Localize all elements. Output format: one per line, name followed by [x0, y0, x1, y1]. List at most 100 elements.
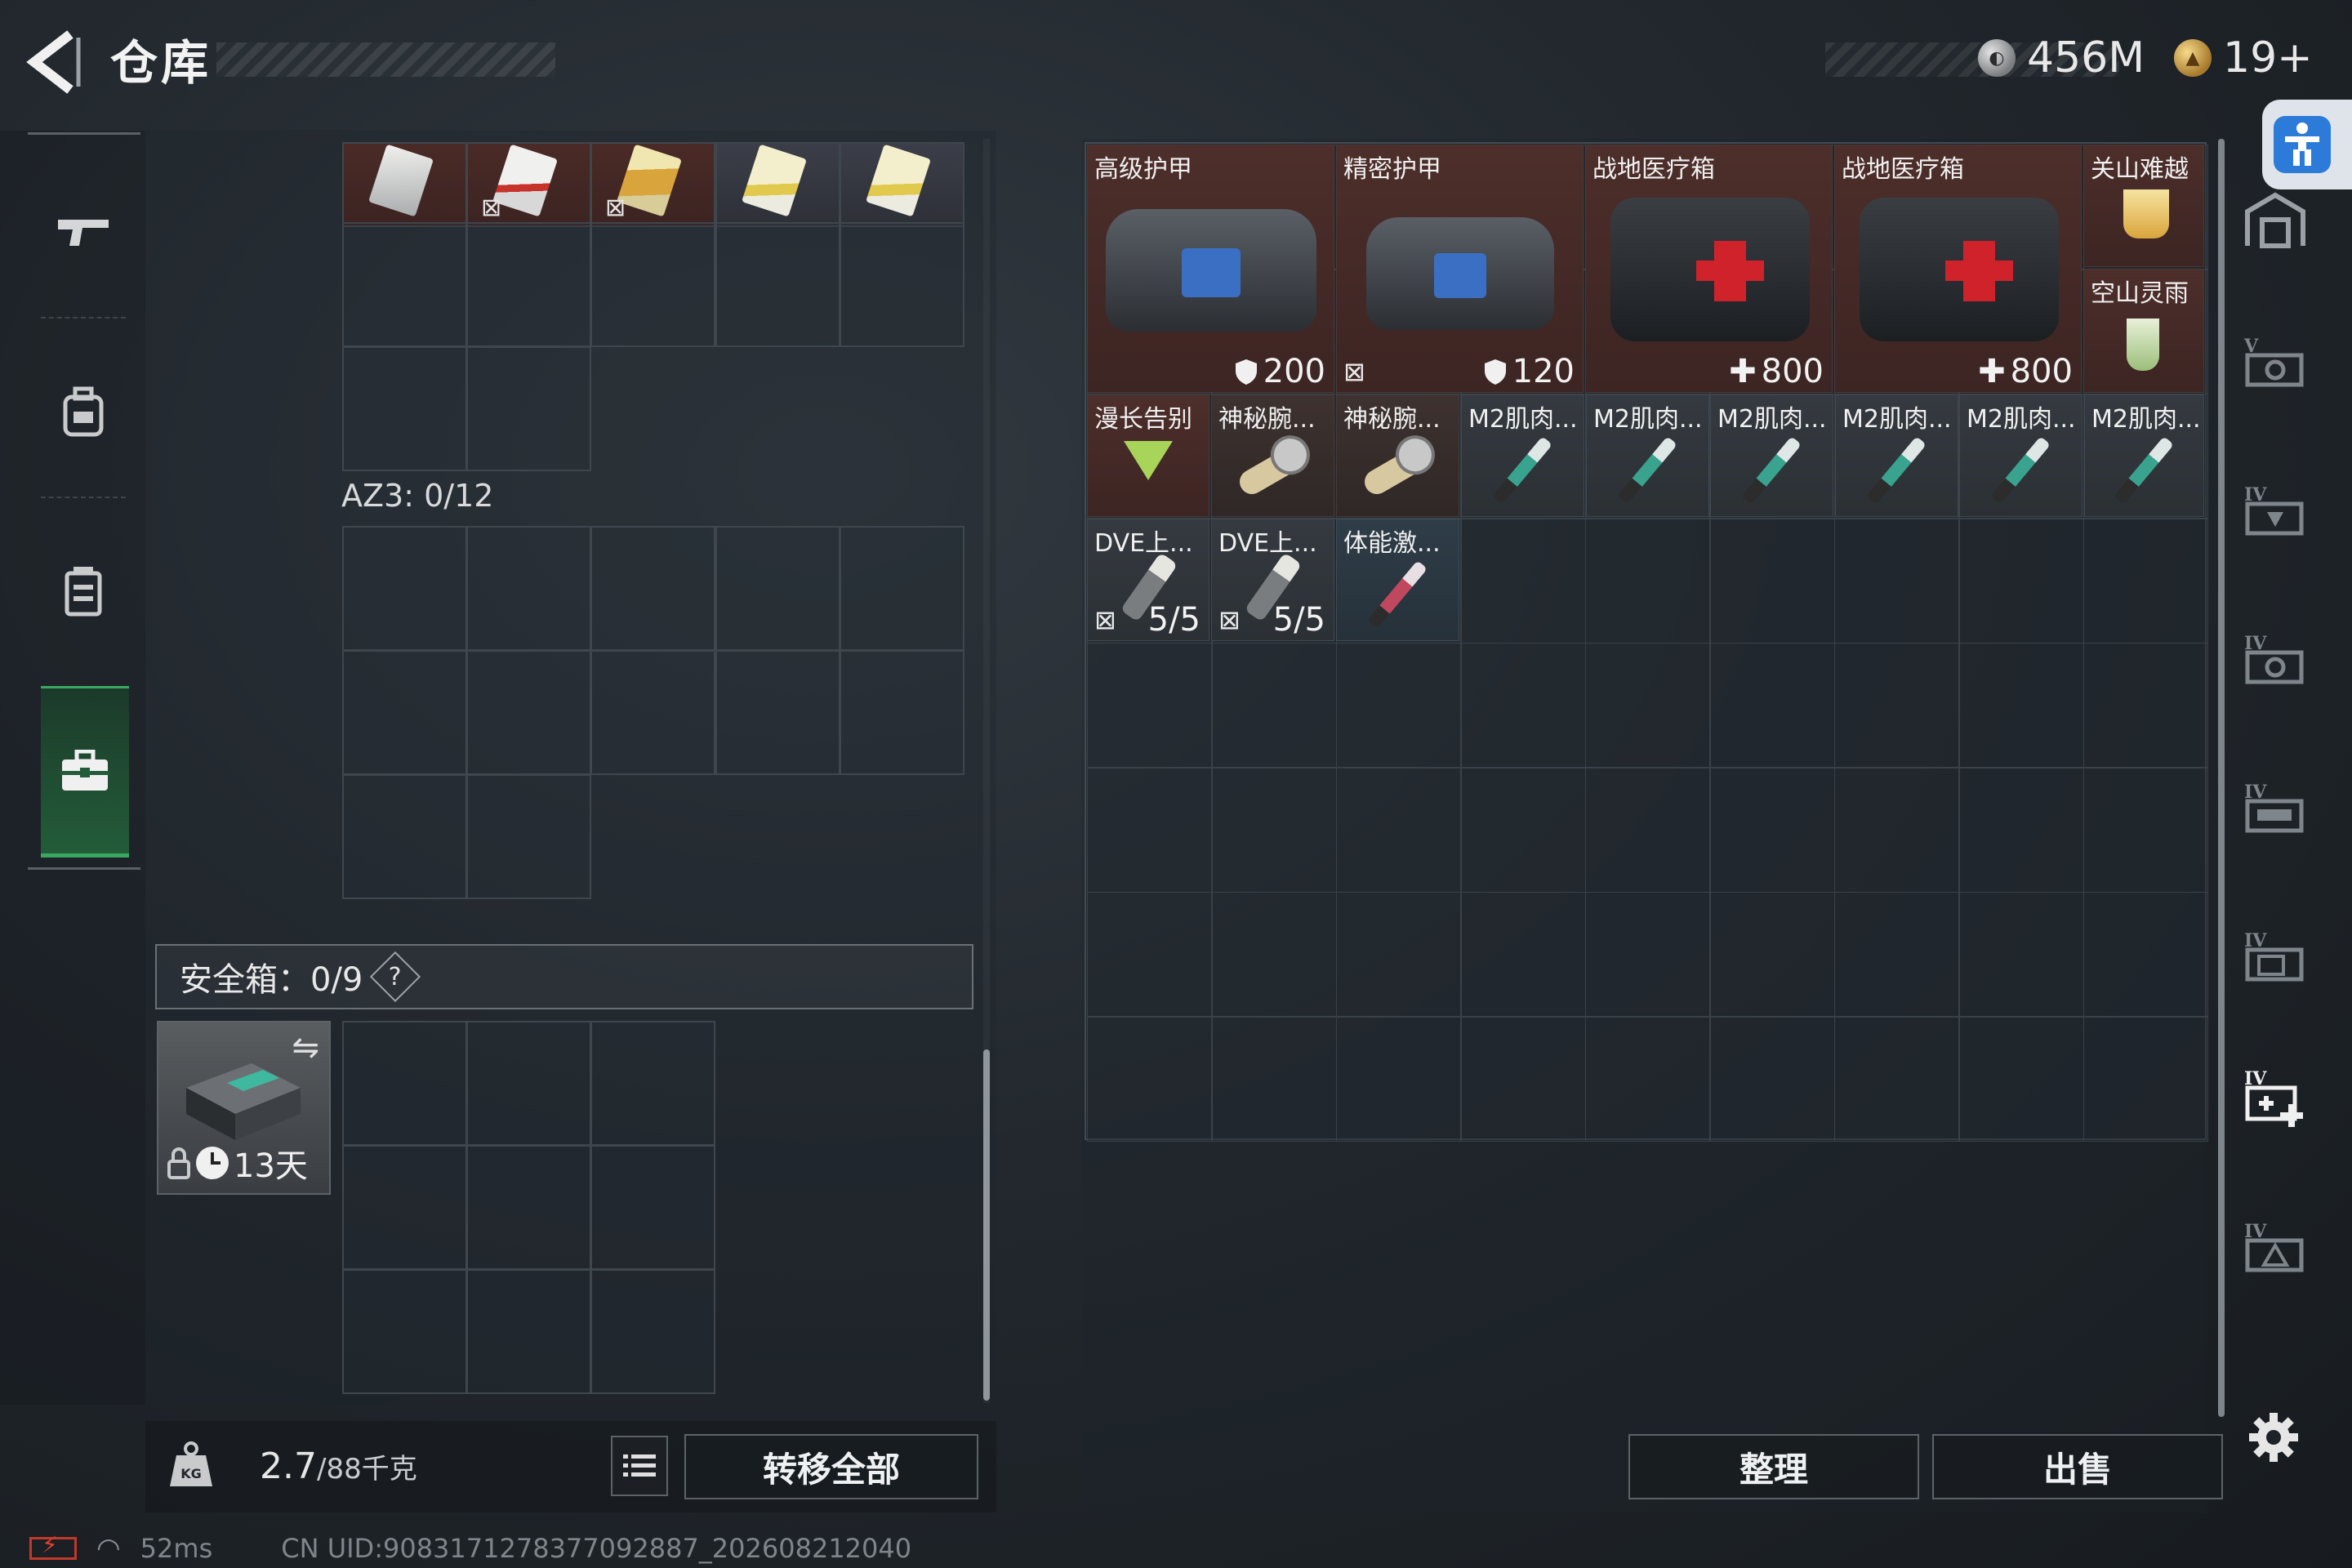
stash-slot[interactable]: [2083, 892, 2208, 1017]
sell-button[interactable]: 出售: [1932, 1434, 2223, 1499]
safebox-slot[interactable]: [590, 1269, 715, 1394]
item-precision-armor[interactable]: 精密护甲 ⊠ 120: [1336, 145, 1584, 393]
stash-slot[interactable]: [1461, 519, 1586, 644]
tab-vest[interactable]: [41, 549, 126, 634]
tab-backpack[interactable]: [41, 369, 126, 454]
container-slot[interactable]: [840, 526, 964, 651]
list-view-button[interactable]: [611, 1436, 668, 1496]
item-syringe[interactable]: M2肌肉...: [1835, 394, 1958, 517]
stash-slot[interactable]: [1959, 643, 2084, 768]
sort-button[interactable]: 整理: [1628, 1434, 1919, 1499]
item-syringe[interactable]: M2肌肉...: [1586, 394, 1709, 517]
help-icon[interactable]: ?: [370, 951, 421, 1003]
stash-page-ext[interactable]: IV: [2239, 624, 2311, 696]
container-slot[interactable]: [590, 222, 715, 347]
item-drink[interactable]: 关山难越: [2083, 145, 2204, 267]
stash-slot[interactable]: [1959, 519, 2084, 644]
item-syringe[interactable]: M2肌肉...: [1710, 394, 1833, 517]
stash-page-ext[interactable]: V: [2239, 327, 2311, 399]
stash-slot[interactable]: [1710, 1017, 1835, 1142]
stash-slot[interactable]: [1461, 643, 1586, 768]
container-slot[interactable]: [342, 650, 467, 775]
keycard-item[interactable]: ⊠: [590, 142, 715, 227]
stash-slot[interactable]: [1336, 643, 1461, 768]
stash-page-main[interactable]: [2239, 185, 2311, 256]
stash-page-medical[interactable]: IV: [2239, 1062, 2311, 1134]
safebox-slot[interactable]: [466, 1021, 591, 1146]
swap-icon[interactable]: ⇋: [292, 1029, 319, 1067]
container-slot[interactable]: [342, 346, 467, 471]
container-slot[interactable]: [342, 526, 467, 651]
safebox-item[interactable]: ⇋ 13天: [157, 1021, 331, 1195]
tab-weapon[interactable]: [41, 189, 126, 274]
stash-slot[interactable]: [1834, 892, 1959, 1017]
stash-slot[interactable]: [1087, 643, 1212, 768]
container-slot[interactable]: [840, 650, 964, 775]
item-stim[interactable]: 体能激...: [1336, 519, 1459, 641]
keycard-item[interactable]: ⊠: [466, 142, 591, 227]
container-slot[interactable]: [590, 650, 715, 775]
stash-slot[interactable]: [1212, 1017, 1337, 1142]
stash-slot[interactable]: [1834, 519, 1959, 644]
stash-page-ext[interactable]: IV: [2239, 921, 2311, 993]
safebox-slot[interactable]: [466, 1269, 591, 1394]
stash-slot[interactable]: [1710, 519, 1835, 644]
transfer-all-button[interactable]: 转移全部: [684, 1434, 978, 1499]
stash-slot[interactable]: [1710, 892, 1835, 1017]
stash-slot[interactable]: [1834, 643, 1959, 768]
accessibility-button[interactable]: [2262, 100, 2352, 189]
stash-slot[interactable]: [1461, 768, 1586, 893]
safebox-slot[interactable]: [590, 1021, 715, 1146]
safebox-slot[interactable]: [466, 1145, 591, 1270]
stash-slot[interactable]: [1336, 1017, 1461, 1142]
safebox-slot[interactable]: [590, 1145, 715, 1270]
container-slot[interactable]: [466, 526, 591, 651]
stash-slot[interactable]: [1585, 892, 1710, 1017]
safebox-slot[interactable]: [342, 1145, 467, 1270]
stash-slot[interactable]: [2083, 643, 2208, 768]
item-syringe[interactable]: M2肌肉...: [1461, 394, 1584, 517]
stash-slot[interactable]: [2083, 768, 2208, 893]
stash-slot[interactable]: [1212, 643, 1337, 768]
stash-slot[interactable]: [1212, 892, 1337, 1017]
stash-slot[interactable]: [2083, 519, 2208, 644]
container-slot[interactable]: [590, 526, 715, 651]
container-slot[interactable]: [715, 650, 840, 775]
container-slot[interactable]: [715, 222, 840, 347]
container-slot[interactable]: [466, 650, 591, 775]
stash-page-ext[interactable]: IV: [2239, 1212, 2311, 1284]
stash-slot[interactable]: [1959, 1017, 2084, 1142]
item-watch[interactable]: 神秘腕...: [1336, 394, 1459, 517]
item-field-medkit[interactable]: 战地医疗箱 ✚ 800: [1585, 145, 1833, 393]
stash-slot[interactable]: [1212, 768, 1337, 893]
container-slot[interactable]: [342, 222, 467, 347]
item-flashlight[interactable]: DVE上... ⊠ 5/5: [1087, 519, 1209, 641]
stash-slot[interactable]: [2083, 1017, 2208, 1142]
stash-slot[interactable]: [1834, 1017, 1959, 1142]
settings-gear-icon[interactable]: [2247, 1411, 2300, 1463]
stash-page-ext[interactable]: IV: [2239, 475, 2311, 547]
stash-slot[interactable]: [1834, 768, 1959, 893]
stash-slot[interactable]: [1087, 768, 1212, 893]
safebox-slot[interactable]: [342, 1269, 467, 1394]
back-button[interactable]: [24, 29, 82, 95]
item-syringe[interactable]: M2肌肉...: [2084, 394, 2204, 517]
stash-slot[interactable]: [1087, 1017, 1212, 1142]
stash-slot[interactable]: [1710, 768, 1835, 893]
stash-slot[interactable]: [1087, 892, 1212, 1017]
keycard-item[interactable]: [715, 142, 840, 227]
container-slot[interactable]: [342, 774, 467, 899]
stash-slot[interactable]: [1959, 768, 2084, 893]
keycard-item[interactable]: [342, 142, 467, 227]
stash-slot[interactable]: [1585, 1017, 1710, 1142]
container-scroll-thumb[interactable]: [983, 1049, 990, 1401]
stash-page-ext[interactable]: IV: [2239, 773, 2311, 844]
container-slot[interactable]: [840, 222, 964, 347]
item-syringe[interactable]: M2肌肉...: [1959, 394, 2082, 517]
stash-slot[interactable]: [1461, 892, 1586, 1017]
tab-safebox[interactable]: [41, 686, 129, 858]
item-flashlight[interactable]: DVE上... ⊠ 5/5: [1211, 519, 1334, 641]
item-advanced-armor[interactable]: 高级护甲 200: [1087, 145, 1334, 393]
item-watch[interactable]: 神秘腕...: [1211, 394, 1334, 517]
container-slot[interactable]: [715, 526, 840, 651]
